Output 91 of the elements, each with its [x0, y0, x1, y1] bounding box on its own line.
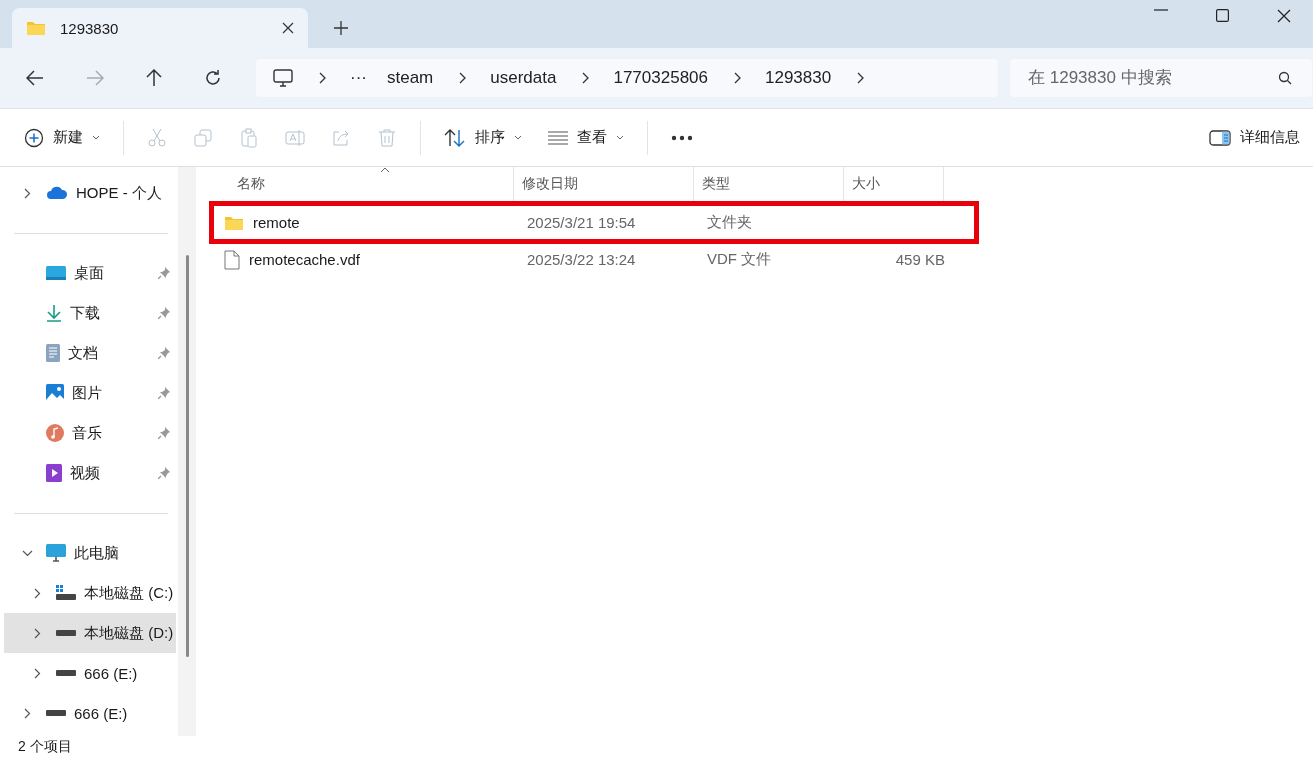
sidebar-item[interactable]: 此电脑 — [4, 533, 177, 573]
drive-icon — [56, 585, 76, 601]
folder-icon — [26, 20, 46, 36]
sidebar-item[interactable]: 下载 — [4, 293, 177, 333]
file-row[interactable]: remotecache.vdf 2025/3/22 13:24 VDF 文件 459 KB — [209, 241, 979, 278]
pin-icon[interactable] — [158, 307, 171, 319]
sidebar-item[interactable]: 音乐 — [4, 413, 177, 453]
sort-button[interactable]: 排序 — [431, 119, 535, 156]
document-icon — [46, 344, 60, 362]
breadcrumb-item[interactable]: 1293830 — [765, 68, 832, 88]
panel-icon — [1209, 128, 1231, 147]
breadcrumb-item[interactable]: steam — [387, 68, 434, 88]
sidebar-item[interactable]: 666 (E:) — [4, 693, 177, 733]
pin-icon[interactable] — [158, 267, 171, 279]
monitor-icon — [273, 69, 293, 87]
view-button[interactable]: 查看 — [535, 119, 637, 156]
address-bar[interactable]: ··· steam userdata 1770325806 1293830 — [256, 59, 998, 97]
file-name: remotecache.vdf — [249, 251, 360, 268]
copy-icon — [193, 127, 213, 148]
chevron-down-icon[interactable] — [21, 549, 33, 557]
modified-date: 2025/3/21 19:54 — [527, 214, 636, 231]
pin-icon[interactable] — [158, 347, 171, 359]
drive-icon — [56, 630, 76, 636]
chevron-icon — [857, 72, 865, 84]
list-icon — [548, 130, 568, 145]
monitor-icon — [46, 544, 66, 562]
picture-icon — [46, 384, 64, 402]
pin-icon[interactable] — [158, 467, 171, 479]
column-header[interactable]: 类型 — [694, 167, 844, 201]
cloud-icon — [46, 186, 68, 200]
trash-icon — [377, 127, 397, 148]
chevron-icon — [734, 72, 741, 84]
sidebar-item[interactable]: 图片 — [4, 373, 177, 413]
chevron-icon[interactable] — [23, 187, 31, 199]
details-button[interactable]: 详细信息 — [1196, 119, 1313, 156]
scissors-icon — [147, 127, 167, 148]
music-icon — [46, 424, 64, 442]
sidebar-item[interactable]: 文档 — [4, 333, 177, 373]
desktop-icon — [46, 265, 66, 281]
new-tab-icon[interactable] — [334, 21, 348, 35]
sidebar-item[interactable]: 视频 — [4, 453, 177, 493]
back-icon[interactable] — [26, 70, 44, 86]
file-icon — [224, 249, 240, 270]
up-icon[interactable] — [146, 69, 162, 87]
chevron-icon[interactable] — [33, 667, 41, 679]
chevron-icon[interactable] — [33, 627, 41, 639]
scrollbar[interactable] — [185, 255, 189, 657]
sidebar-item[interactable]: 666 (E:) — [4, 653, 177, 693]
forward-icon[interactable] — [86, 70, 104, 86]
file-size: 459 KB — [895, 251, 945, 268]
window-tab[interactable]: 1293830 — [12, 8, 308, 48]
chevron-icon — [582, 72, 590, 84]
breadcrumb-item[interactable]: userdata — [490, 68, 557, 88]
video-icon — [46, 464, 62, 482]
file-type: 文件夹 — [707, 213, 752, 232]
new-button[interactable]: 新建 — [20, 119, 113, 156]
sidebar-item[interactable]: 本地磁盘 (C:) — [4, 573, 177, 613]
maximize-icon[interactable] — [1216, 9, 1229, 22]
drive-icon — [46, 710, 66, 716]
item-count: 2 个项目 — [18, 738, 72, 756]
refresh-icon[interactable] — [204, 69, 222, 87]
chevron-icon[interactable] — [33, 587, 41, 599]
file-type: VDF 文件 — [707, 250, 772, 269]
sidebar-item[interactable]: HOPE - 个人 — [4, 173, 177, 213]
close-icon[interactable] — [282, 22, 294, 34]
file-name: remote — [253, 214, 300, 231]
plus-circle-icon — [24, 127, 44, 148]
search-icon — [1278, 71, 1292, 85]
sidebar-item[interactable]: 本地磁盘 (D:) — [4, 613, 177, 653]
sidebar-item[interactable]: 桌面 — [4, 253, 177, 293]
rename-icon — [285, 127, 305, 148]
chevron-icon[interactable] — [23, 707, 31, 719]
download-icon — [46, 304, 62, 322]
search-field[interactable]: 在 1293830 中搜索 — [1010, 59, 1312, 97]
chevron-icon — [459, 72, 467, 84]
drive-icon — [56, 670, 76, 676]
close-icon[interactable] — [1277, 9, 1291, 23]
column-header[interactable]: 大小 — [844, 167, 944, 201]
sort-icon — [444, 127, 466, 148]
column-header[interactable]: 名称 — [209, 167, 514, 201]
breadcrumb-item[interactable]: 1770325806 — [613, 68, 708, 88]
folder-icon — [224, 214, 244, 231]
pin-icon[interactable] — [158, 387, 171, 399]
more-icon — [671, 134, 693, 141]
breadcrumb-overflow[interactable]: ··· — [350, 68, 367, 88]
modified-date: 2025/3/22 13:24 — [527, 251, 636, 268]
file-row[interactable]: remote 2025/3/21 19:54 文件夹 — [209, 201, 979, 244]
column-header[interactable]: 修改日期 — [514, 167, 694, 201]
pin-icon[interactable] — [158, 427, 171, 439]
chevron-icon — [319, 72, 326, 84]
paste-icon — [239, 127, 259, 148]
